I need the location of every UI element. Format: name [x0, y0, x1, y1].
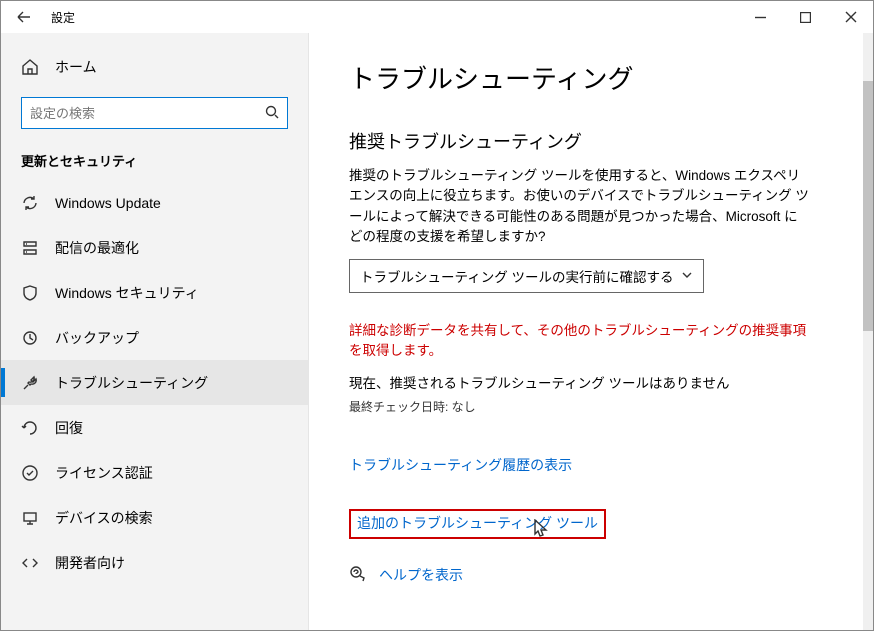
recovery-icon: [21, 419, 39, 437]
sidebar-item-backup[interactable]: バックアップ: [1, 315, 308, 360]
maximize-button[interactable]: [783, 2, 828, 32]
location-icon: [21, 509, 39, 527]
search-icon: [265, 105, 279, 122]
minimize-button[interactable]: [738, 2, 783, 32]
activation-icon: [21, 464, 39, 482]
main-content: トラブルシューティング 推奨トラブルシューティング 推奨のトラブルシューティング…: [309, 33, 873, 630]
sidebar-item-label: Windows Update: [55, 195, 161, 211]
home-icon: [21, 58, 39, 76]
home-label: ホーム: [55, 57, 97, 77]
search-field[interactable]: [30, 106, 265, 121]
window-title: 設定: [51, 9, 75, 26]
additional-troubleshooters-boxed: 追加のトラブルシューティング ツール: [349, 509, 606, 539]
troubleshoot-icon: [21, 374, 39, 392]
sidebar-item-recovery[interactable]: 回復: [1, 405, 308, 450]
sidebar-section-heading: 更新とセキュリティ: [21, 151, 288, 170]
help-icon: [349, 565, 367, 586]
sidebar-item-label: Windows セキュリティ: [55, 283, 199, 303]
dropdown-value: トラブルシューティング ツールの実行前に確認する: [360, 266, 673, 286]
delivery-icon: [21, 239, 39, 257]
sidebar-item-delivery-optimization[interactable]: 配信の最適化: [1, 225, 308, 270]
sidebar-item-activation[interactable]: ライセンス認証: [1, 450, 308, 495]
chevron-down-icon: [681, 269, 693, 284]
sidebar-item-label: デバイスの検索: [55, 508, 153, 528]
sidebar-item-troubleshoot[interactable]: トラブルシューティング: [1, 360, 308, 405]
last-check-text: 最終チェック日時: なし: [349, 398, 833, 415]
sidebar-item-developers[interactable]: 開発者向け: [1, 540, 308, 585]
scrollbar-thumb[interactable]: [863, 81, 873, 331]
sidebar: ホーム 更新とセキュリティ Windows Update 配信の最適化: [1, 33, 309, 630]
no-recommendation-text: 現在、推奨されるトラブルシューティング ツールはありません: [349, 372, 833, 392]
sidebar-item-label: 回復: [55, 418, 83, 438]
search-input[interactable]: [21, 97, 288, 129]
intro-text: 推奨のトラブルシューティング ツールを使用すると、Windows エクスペリエン…: [349, 166, 809, 247]
history-link[interactable]: トラブルシューティング履歴の表示: [349, 455, 572, 475]
sync-icon: [21, 194, 39, 212]
sidebar-item-label: ライセンス認証: [55, 463, 153, 483]
titlebar: 設定: [1, 1, 873, 33]
close-button[interactable]: [828, 2, 873, 32]
section-heading: 推奨トラブルシューティング: [349, 128, 833, 154]
developer-icon: [21, 554, 39, 572]
sidebar-item-label: トラブルシューティング: [55, 373, 208, 393]
backup-icon: [21, 329, 39, 347]
sidebar-item-label: 配信の最適化: [55, 238, 139, 258]
additional-troubleshooters-link[interactable]: 追加のトラブルシューティング ツール: [357, 513, 598, 533]
preference-dropdown[interactable]: トラブルシューティング ツールの実行前に確認する: [349, 259, 704, 293]
sidebar-item-windows-update[interactable]: Windows Update: [1, 180, 308, 225]
sidebar-item-label: バックアップ: [55, 328, 139, 348]
page-title: トラブルシューティング: [349, 59, 833, 96]
diagnostic-message: 詳細な診断データを共有して、その他のトラブルシューティングの推奨事項を取得します…: [349, 321, 809, 362]
sidebar-item-label: 開発者向け: [55, 553, 125, 573]
home-button[interactable]: ホーム: [1, 51, 308, 83]
shield-icon: [21, 284, 39, 302]
back-button[interactable]: [9, 2, 39, 32]
help-link[interactable]: ヘルプを表示: [379, 565, 463, 585]
sidebar-item-windows-security[interactable]: Windows セキュリティ: [1, 270, 308, 315]
sidebar-item-find-device[interactable]: デバイスの検索: [1, 495, 308, 540]
